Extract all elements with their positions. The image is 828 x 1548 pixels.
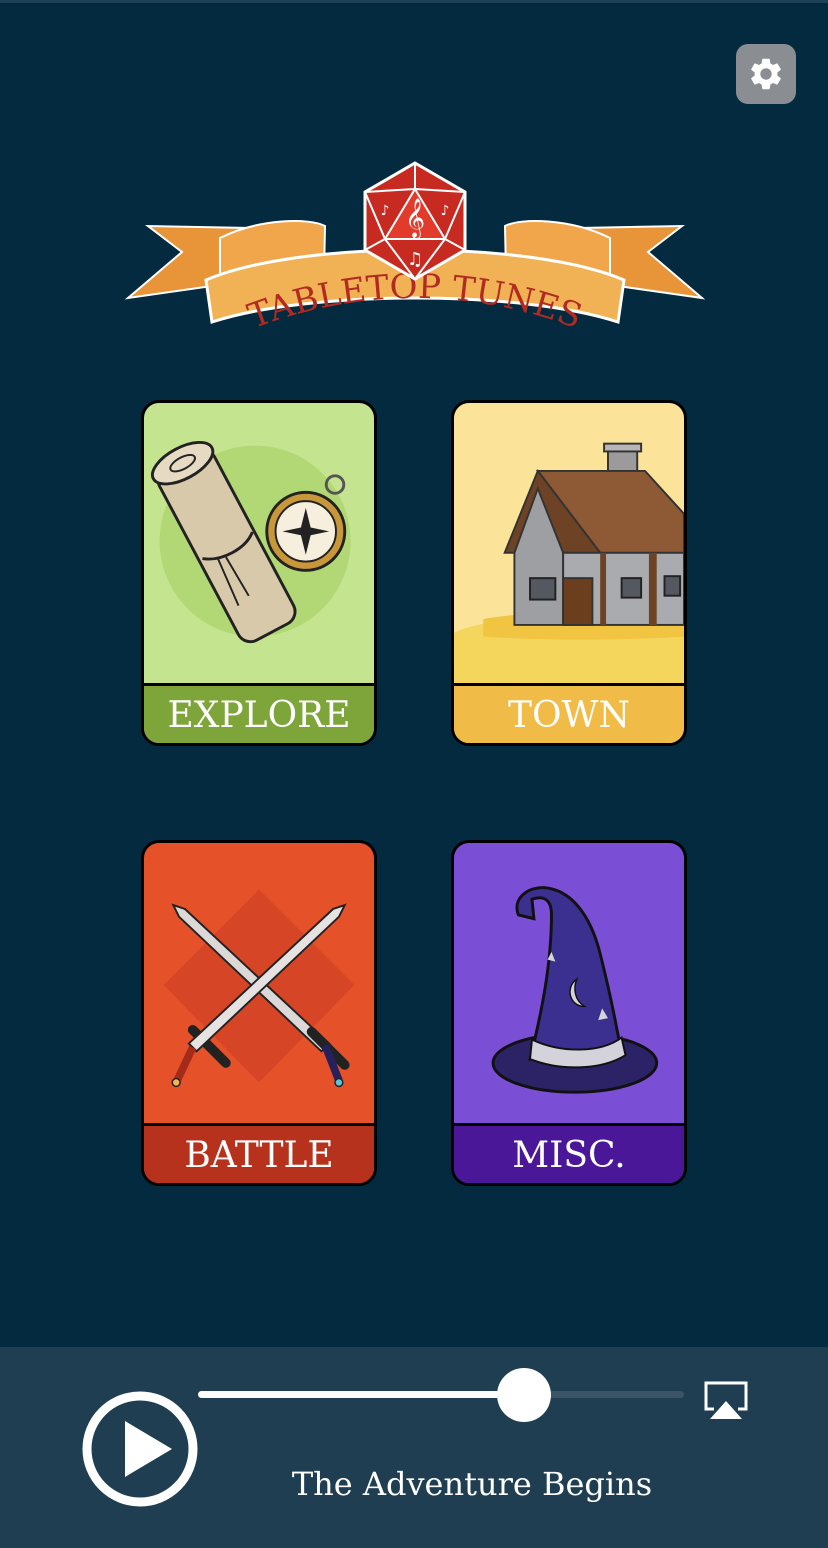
svg-text:𝄞: 𝄞: [405, 198, 425, 239]
crossed-swords-icon: [163, 889, 355, 1088]
category-label: TOWN: [454, 683, 684, 743]
track-title: The Adventure Begins: [291, 1465, 653, 1503]
play-button[interactable]: [80, 1389, 200, 1509]
category-label: BATTLE: [144, 1123, 374, 1183]
category-card-misc[interactable]: MISC.: [451, 840, 687, 1186]
wizard-hat-icon: [491, 886, 659, 1094]
house-icon: [454, 442, 684, 684]
svg-text:♪: ♪: [441, 203, 450, 219]
play-icon: [125, 1421, 172, 1477]
category-label: EXPLORE: [144, 683, 374, 743]
progress-slider[interactable]: [198, 1391, 684, 1398]
top-divider: [0, 0, 828, 3]
map-compass-icon: [151, 440, 351, 644]
app-logo: TABLETOP TUNES 𝄞 ♪ ♪ ♫: [124, 161, 706, 337]
category-card-explore[interactable]: EXPLORE: [141, 400, 377, 746]
svg-text:♪: ♪: [381, 203, 390, 219]
airplay-icon[interactable]: [702, 1379, 750, 1419]
progress-thumb[interactable]: [496, 1368, 551, 1422]
category-label: MISC.: [454, 1123, 684, 1183]
category-card-town[interactable]: TOWN: [451, 400, 687, 746]
settings-button[interactable]: [736, 44, 796, 104]
svg-text:♫: ♫: [407, 249, 423, 270]
gear-icon: [751, 58, 781, 90]
progress-fill: [198, 1391, 524, 1398]
category-card-battle[interactable]: BATTLE: [141, 840, 377, 1186]
audio-player: The Adventure Begins: [0, 1347, 828, 1548]
